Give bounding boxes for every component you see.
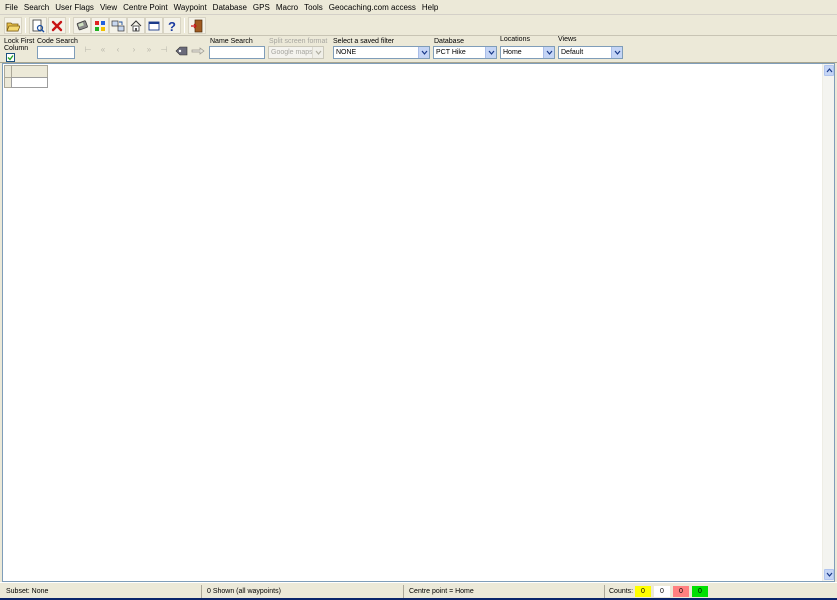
menu-centre-point[interactable]: Centre Point xyxy=(120,0,170,15)
menu-tools[interactable]: Tools xyxy=(301,0,326,15)
locations-select[interactable]: Home xyxy=(500,46,555,59)
pointer-hand-icon xyxy=(191,47,205,55)
dropdown-arrow xyxy=(312,47,323,58)
window-icon xyxy=(148,21,160,30)
chevron-down-icon xyxy=(614,50,620,55)
count-badge-white: 0 xyxy=(654,586,670,597)
locations-label: Locations xyxy=(500,36,530,43)
toolbar-separator xyxy=(25,18,26,33)
svg-text:?: ? xyxy=(168,19,176,33)
tag-icon xyxy=(175,46,188,56)
next-record-icon: › xyxy=(132,45,136,54)
prev-record-icon: ‹ xyxy=(116,45,120,54)
help-icon: ? xyxy=(168,19,176,33)
menu-user-flags[interactable]: User Flags xyxy=(52,0,97,15)
menu-bar: File Search User Flags View Centre Point… xyxy=(0,0,837,15)
name-search-label: Name Search xyxy=(210,38,253,45)
counts-label: Counts: xyxy=(609,588,634,595)
sync-icon xyxy=(111,20,125,31)
database-select[interactable]: PCT Hike xyxy=(433,46,497,59)
gps-button[interactable] xyxy=(73,17,91,34)
delete-button[interactable] xyxy=(48,17,66,34)
saved-filter-select[interactable]: NONE xyxy=(333,46,430,59)
split-screen-value: Google maps xyxy=(271,49,313,56)
help-button[interactable]: ? xyxy=(163,17,181,34)
locations-value: Home xyxy=(503,49,522,56)
prev-page-icon: « xyxy=(100,45,106,54)
dropdown-arrow[interactable] xyxy=(611,47,622,58)
count-badge-green: 0 xyxy=(692,586,708,597)
menu-file[interactable]: File xyxy=(2,0,21,15)
dropdown-arrow[interactable] xyxy=(418,47,429,58)
count-badge-yellow: 0 xyxy=(635,586,651,597)
menu-database[interactable]: Database xyxy=(210,0,250,15)
print-preview-button[interactable] xyxy=(29,17,47,34)
scroll-down-button[interactable] xyxy=(824,569,834,580)
status-shown: 0 Shown (all waypoints) xyxy=(203,585,404,599)
views-select[interactable]: Default xyxy=(558,46,623,59)
code-search-label: Code Search xyxy=(37,38,78,45)
filter-bar: Lock First Column Code Search ⊢ « ‹ › » … xyxy=(0,36,837,63)
menu-search[interactable]: Search xyxy=(21,0,52,15)
open-button[interactable] xyxy=(4,17,22,34)
toolbar: ? xyxy=(0,15,837,36)
vertical-scrollbar[interactable] xyxy=(822,64,834,581)
chevron-down-icon xyxy=(826,572,832,577)
waypoint-grid[interactable] xyxy=(2,63,835,582)
code-search-input[interactable] xyxy=(37,46,75,59)
database-value: PCT Hike xyxy=(436,49,466,56)
gps-receiver-icon xyxy=(76,19,88,30)
window-button[interactable] xyxy=(145,17,163,34)
lock-first-column-checkbox[interactable] xyxy=(6,53,15,62)
delete-icon xyxy=(51,20,63,31)
chevron-down-icon xyxy=(546,50,552,55)
grid-cell[interactable] xyxy=(11,77,48,88)
menu-geocaching-access[interactable]: Geocaching.com access xyxy=(326,0,419,15)
tag-button[interactable] xyxy=(175,45,189,57)
views-value: Default xyxy=(561,49,584,56)
split-screen-select[interactable]: Google maps xyxy=(268,46,324,59)
sync-button[interactable] xyxy=(109,17,127,34)
menu-waypoint[interactable]: Waypoint xyxy=(171,0,210,15)
views-label: Views xyxy=(558,36,577,43)
name-search-input[interactable] xyxy=(209,46,265,59)
chevron-down-icon xyxy=(488,50,494,55)
saved-filter-value: NONE xyxy=(336,49,357,56)
print-preview-icon xyxy=(32,19,45,32)
split-screen-label: Split screen format xyxy=(269,38,328,45)
lock-first-column-label-2: Column xyxy=(4,45,29,52)
menu-macro[interactable]: Macro xyxy=(273,0,301,15)
database-label: Database xyxy=(434,38,464,45)
dropdown-arrow[interactable] xyxy=(543,47,554,58)
next-page-icon: » xyxy=(146,45,152,54)
toolbar-separator xyxy=(69,18,70,33)
chevron-up-icon xyxy=(826,68,832,73)
menu-gps[interactable]: GPS xyxy=(250,0,273,15)
last-record-icon: ⊣ xyxy=(160,45,168,54)
toolbar-separator xyxy=(184,18,185,33)
scroll-up-button[interactable] xyxy=(824,65,834,76)
saved-filter-label: Select a saved filter xyxy=(333,38,395,45)
chevron-down-icon xyxy=(315,50,321,55)
status-subset: Subset: None xyxy=(2,585,202,599)
color-grid-button[interactable] xyxy=(91,17,109,34)
check-icon xyxy=(7,55,14,61)
color-grid-icon xyxy=(95,20,105,31)
exit-icon xyxy=(191,19,203,32)
count-badge-red: 0 xyxy=(673,586,689,597)
pointer-button[interactable] xyxy=(191,45,205,57)
first-record-icon: ⊢ xyxy=(84,45,92,54)
dropdown-arrow[interactable] xyxy=(485,47,496,58)
exit-button[interactable] xyxy=(188,17,206,34)
chevron-down-icon xyxy=(421,50,427,55)
open-folder-icon xyxy=(6,22,20,31)
menu-help[interactable]: Help xyxy=(419,0,441,15)
menu-view[interactable]: View xyxy=(97,0,120,15)
home-button[interactable] xyxy=(127,17,145,34)
home-icon xyxy=(130,19,142,31)
status-centre-point: Centre point = Home xyxy=(405,585,605,599)
